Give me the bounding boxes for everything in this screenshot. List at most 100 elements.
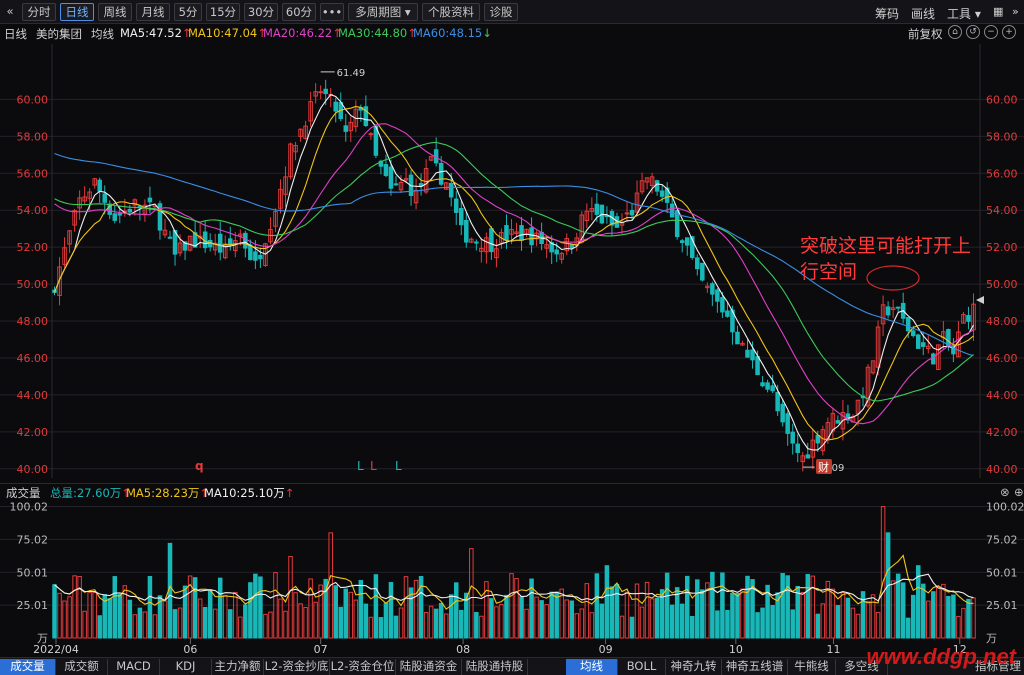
overlay-tab-2[interactable]: 神奇九转 [666, 659, 722, 675]
indicator-tab-7[interactable]: 陆股通资金 [396, 659, 462, 675]
volume-bar [373, 574, 379, 639]
volume-bar [961, 607, 966, 639]
volume-bar [664, 572, 670, 639]
candle-body [594, 203, 600, 215]
volume-bar [117, 594, 123, 639]
candle-body [700, 262, 705, 281]
volume-bar [795, 585, 800, 639]
candle-body [669, 203, 675, 218]
price-tick-left: 54.00 [17, 204, 49, 217]
volume-bar [740, 588, 745, 639]
volume-bar [453, 582, 459, 639]
volume-bar [152, 614, 158, 639]
volume-bar [353, 599, 359, 639]
indicator-tab-0[interactable]: 成交量 [0, 659, 56, 675]
volume-bar [860, 591, 866, 639]
volume-bar [469, 548, 474, 639]
indicator-tab-3[interactable]: KDJ [160, 659, 212, 675]
indicator-tab-2[interactable]: MACD [108, 659, 160, 675]
volume-bar [544, 604, 549, 639]
volume-title: 成交量 [6, 486, 41, 500]
price-tick-right: 46.00 [986, 352, 1018, 365]
overlay-tab-0[interactable]: 均线 [566, 659, 618, 675]
volume-bar [700, 589, 705, 639]
annotation-line-2: 行空间 [800, 261, 858, 283]
volume-bar [177, 607, 183, 639]
volume-bar [564, 599, 569, 639]
volume-bar [132, 614, 138, 639]
x-tick-label: 2022/04 [33, 643, 79, 656]
volume-bar [745, 575, 750, 639]
candle-body [745, 349, 750, 358]
volume-bar [67, 596, 72, 639]
volume-bar [589, 612, 595, 639]
indicator-tab-4[interactable]: 主力净额 [212, 659, 264, 675]
volume-bar [499, 604, 504, 639]
volume-bar [228, 609, 233, 639]
volume-bar [971, 597, 976, 639]
x-tick-label: 11 [827, 643, 841, 656]
volume-bar [222, 594, 228, 639]
candle-body [112, 213, 118, 221]
volume-bar [333, 585, 338, 639]
volume-bar [624, 591, 630, 639]
volume-bar [107, 598, 113, 639]
candle-body [624, 212, 630, 215]
candle-body [248, 244, 253, 261]
volume-bar [192, 577, 198, 639]
candle-body [905, 317, 911, 332]
volume-bar [459, 609, 464, 639]
indicator-tab-8[interactable]: 陆股通持股 [462, 659, 528, 675]
overlay-tab-3[interactable]: 神奇五线谱 [722, 659, 788, 675]
volume-bar [479, 615, 484, 639]
indicator-tab-1[interactable]: 成交额 [56, 659, 108, 675]
expand-icon[interactable]: ⊕ [1014, 485, 1024, 499]
overlay-tab-1[interactable]: BOLL [618, 659, 666, 675]
volume-bar [474, 612, 479, 639]
volume-bar [92, 591, 97, 639]
volume-bar [87, 592, 92, 639]
indicator-tab-5[interactable]: L2-资金抄底 [264, 659, 330, 675]
candle-body [147, 197, 153, 203]
candle-body [750, 349, 755, 361]
candle-body [243, 232, 248, 249]
volume-bar [614, 583, 620, 639]
candle-body [910, 330, 916, 337]
volume-bar [549, 591, 554, 639]
volume-bar [489, 598, 494, 639]
candle-body [780, 403, 785, 423]
candle-body [835, 420, 841, 424]
candle-body [393, 183, 399, 186]
volume-bar [288, 556, 293, 639]
volume-bar [720, 572, 725, 639]
candle-body [885, 306, 891, 316]
volume-bar [388, 582, 394, 639]
candle-body [438, 162, 444, 185]
volume-bar [127, 599, 133, 639]
volume-bar [248, 582, 253, 639]
candle-body [474, 241, 479, 244]
volume-tick-left: 75.02 [17, 533, 49, 546]
overlay-tab-4[interactable]: 牛熊线 [788, 659, 836, 675]
price-tick-left: 60.00 [17, 93, 49, 106]
volume-bar [895, 573, 901, 639]
volume-bar [800, 591, 806, 639]
close-icon[interactable]: ⊗ [1000, 485, 1010, 499]
kline-chart[interactable]: 60.00 60.00 58.00 58.00 56.00 56.00 54.00 54.00… [0, 0, 1024, 675]
volume-bar [730, 592, 735, 639]
volume-bar [233, 591, 238, 639]
candle-body [97, 179, 102, 192]
volume-bar [358, 579, 364, 639]
volume-bar [423, 612, 429, 639]
candle-body [805, 454, 811, 459]
indicator-tab-6[interactable]: L2-资金仓位 [330, 659, 396, 675]
volume-bar [303, 607, 308, 639]
volume-bar [619, 615, 625, 639]
price-tick-right: 60.00 [986, 93, 1018, 106]
volume-bar [258, 576, 263, 639]
x-tick-label: 09 [599, 643, 613, 656]
volume-bar [494, 606, 499, 639]
candle-body [157, 203, 163, 231]
price-tick-left: 58.00 [17, 130, 49, 143]
candle-body [489, 228, 494, 253]
